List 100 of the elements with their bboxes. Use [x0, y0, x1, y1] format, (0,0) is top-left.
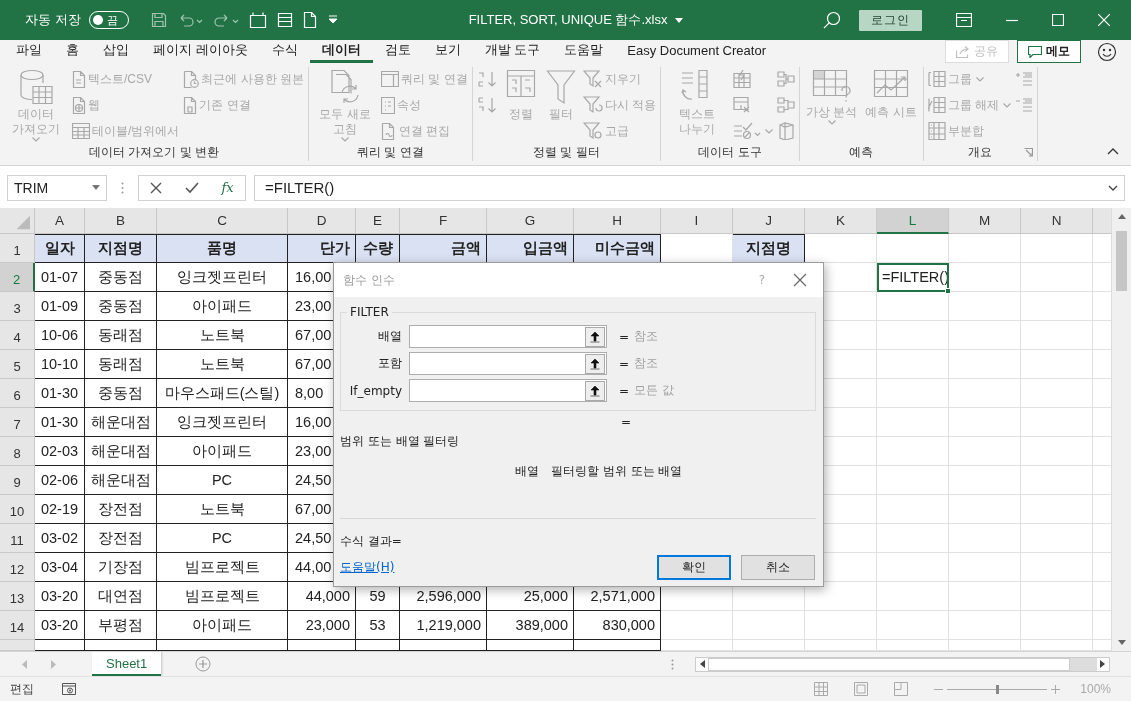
menu-tab[interactable]: 도움말	[552, 40, 616, 63]
zoom-slider-thumb[interactable]	[996, 684, 1000, 694]
table-cell[interactable]: =FILTER()	[877, 263, 949, 292]
input-field[interactable]	[409, 379, 607, 402]
input-field[interactable]	[409, 325, 607, 348]
collapse-dialog-icon[interactable]	[585, 381, 605, 401]
comments-button[interactable]: 메모	[1017, 40, 1081, 63]
macro-record-icon[interactable]	[62, 683, 76, 695]
smiley-icon[interactable]	[1097, 41, 1117, 62]
row-header[interactable]: 4	[0, 321, 35, 350]
select-all-icon[interactable]	[0, 208, 35, 234]
scroll-left-icon[interactable]	[700, 660, 705, 668]
collapse-ribbon-icon[interactable]	[1107, 148, 1119, 155]
expand-caret-icon[interactable]	[1108, 184, 1118, 191]
page-layout-view-icon[interactable]	[854, 682, 869, 696]
menu-tab[interactable]: 삽입	[91, 40, 141, 63]
row-header[interactable]: 2	[0, 263, 35, 292]
page-break-view-icon[interactable]	[894, 682, 909, 696]
column-header[interactable]: A	[35, 208, 85, 234]
menu-tab[interactable]: Easy Document Creator	[615, 40, 778, 63]
table-cell	[877, 611, 949, 640]
scrollbar-thumb[interactable]	[1116, 231, 1127, 291]
sheet-tab[interactable]: Sheet1	[92, 652, 162, 676]
column-header[interactable]: G	[487, 208, 574, 234]
document-icon[interactable]	[302, 12, 317, 28]
row-header[interactable]: 11	[0, 524, 35, 553]
row-header[interactable]: 5	[0, 350, 35, 379]
splitter-icon[interactable]	[671, 658, 674, 670]
normal-view-icon[interactable]	[814, 682, 829, 696]
column-header[interactable]: C	[157, 208, 288, 234]
column-header[interactable]: N	[1021, 208, 1093, 234]
table-cell	[949, 582, 1021, 611]
enter-check-icon[interactable]	[184, 181, 199, 194]
column-header[interactable]: K	[805, 208, 877, 234]
formula-input[interactable]: =FILTER()	[254, 174, 1125, 201]
close-icon[interactable]	[793, 273, 807, 287]
input-field[interactable]	[409, 352, 607, 375]
refresh-icon	[328, 69, 362, 105]
column-header[interactable]: H	[574, 208, 661, 234]
column-header[interactable]: F	[400, 208, 487, 234]
cancel-icon[interactable]	[150, 181, 163, 194]
row-header[interactable]: 9	[0, 466, 35, 495]
table-icon[interactable]	[276, 12, 293, 28]
menu-tab[interactable]: 보기	[422, 40, 473, 63]
table-cell: 중동점	[85, 263, 157, 292]
collapse-dialog-icon[interactable]	[585, 354, 605, 374]
row-header[interactable]: 3	[0, 292, 35, 321]
collapse-dialog-icon[interactable]	[585, 327, 605, 347]
row-header[interactable]: 8	[0, 437, 35, 466]
table-cell	[1021, 408, 1093, 437]
dialog-launcher-icon[interactable]	[1024, 148, 1034, 157]
document-clock-icon	[183, 70, 200, 88]
form-icon[interactable]	[248, 12, 267, 28]
maximize-icon[interactable]	[1051, 14, 1064, 26]
menu-tab[interactable]: 개발 도구	[472, 40, 553, 63]
table-cell: 389,000	[487, 611, 574, 640]
menu-tab[interactable]: 페이지 레이아웃	[141, 40, 260, 63]
row-header[interactable]: 12	[0, 553, 35, 582]
table-cell: 1,219,000	[400, 611, 487, 640]
caret-icon[interactable]	[674, 17, 683, 23]
dialog-button[interactable]: 확인	[657, 555, 731, 580]
name-box[interactable]: TRIM	[7, 174, 107, 201]
table-cell	[949, 292, 1021, 321]
scroll-right-icon[interactable]	[1100, 660, 1105, 668]
ribbon-display-icon[interactable]	[955, 13, 972, 27]
column-header[interactable]: J	[733, 208, 805, 234]
previous-sheet-icon[interactable]	[22, 659, 28, 669]
scroll-down-icon[interactable]	[1117, 640, 1126, 645]
row-header[interactable]: 1	[0, 234, 35, 263]
scroll-up-icon[interactable]	[1117, 214, 1126, 219]
table-cell: 동래점	[85, 321, 157, 350]
scrollbar-thumb[interactable]	[708, 657, 1070, 671]
search-icon[interactable]	[822, 11, 841, 29]
share-icon	[956, 45, 970, 58]
save-icon[interactable]	[150, 12, 167, 28]
menu-tab[interactable]: 검토	[372, 40, 423, 63]
dialog-button[interactable]: 취소	[741, 555, 815, 580]
column-header[interactable]: D	[288, 208, 356, 234]
login-button[interactable]: 로그인	[858, 9, 922, 31]
row-header[interactable]: 13	[0, 582, 35, 611]
row-header[interactable]: 7	[0, 408, 35, 437]
redo-icon[interactable]	[212, 12, 239, 28]
next-sheet-icon[interactable]	[50, 659, 56, 669]
column-header[interactable]: E	[356, 208, 400, 234]
menu-tab[interactable]: 홈	[54, 40, 91, 63]
column-header[interactable]: I	[661, 208, 733, 234]
customize-caret-icon[interactable]	[326, 14, 339, 26]
menu-tab[interactable]: 파일	[4, 40, 54, 63]
insert-function-button[interactable]: fx	[221, 180, 234, 195]
subtotal-icon	[927, 122, 946, 140]
column-header[interactable]: M	[949, 208, 1021, 234]
menu-tab[interactable]: 수식	[259, 40, 310, 63]
row-header[interactable]: 14	[0, 611, 35, 640]
add-sheet-icon[interactable]	[195, 656, 212, 672]
column-header[interactable]: B	[85, 208, 157, 234]
caret-icon	[975, 76, 984, 82]
row-header[interactable]: 10	[0, 495, 35, 524]
table-cell: 노트북	[157, 350, 288, 379]
zoom-in-icon[interactable]	[1051, 684, 1061, 694]
row-header[interactable]: 6	[0, 379, 35, 408]
